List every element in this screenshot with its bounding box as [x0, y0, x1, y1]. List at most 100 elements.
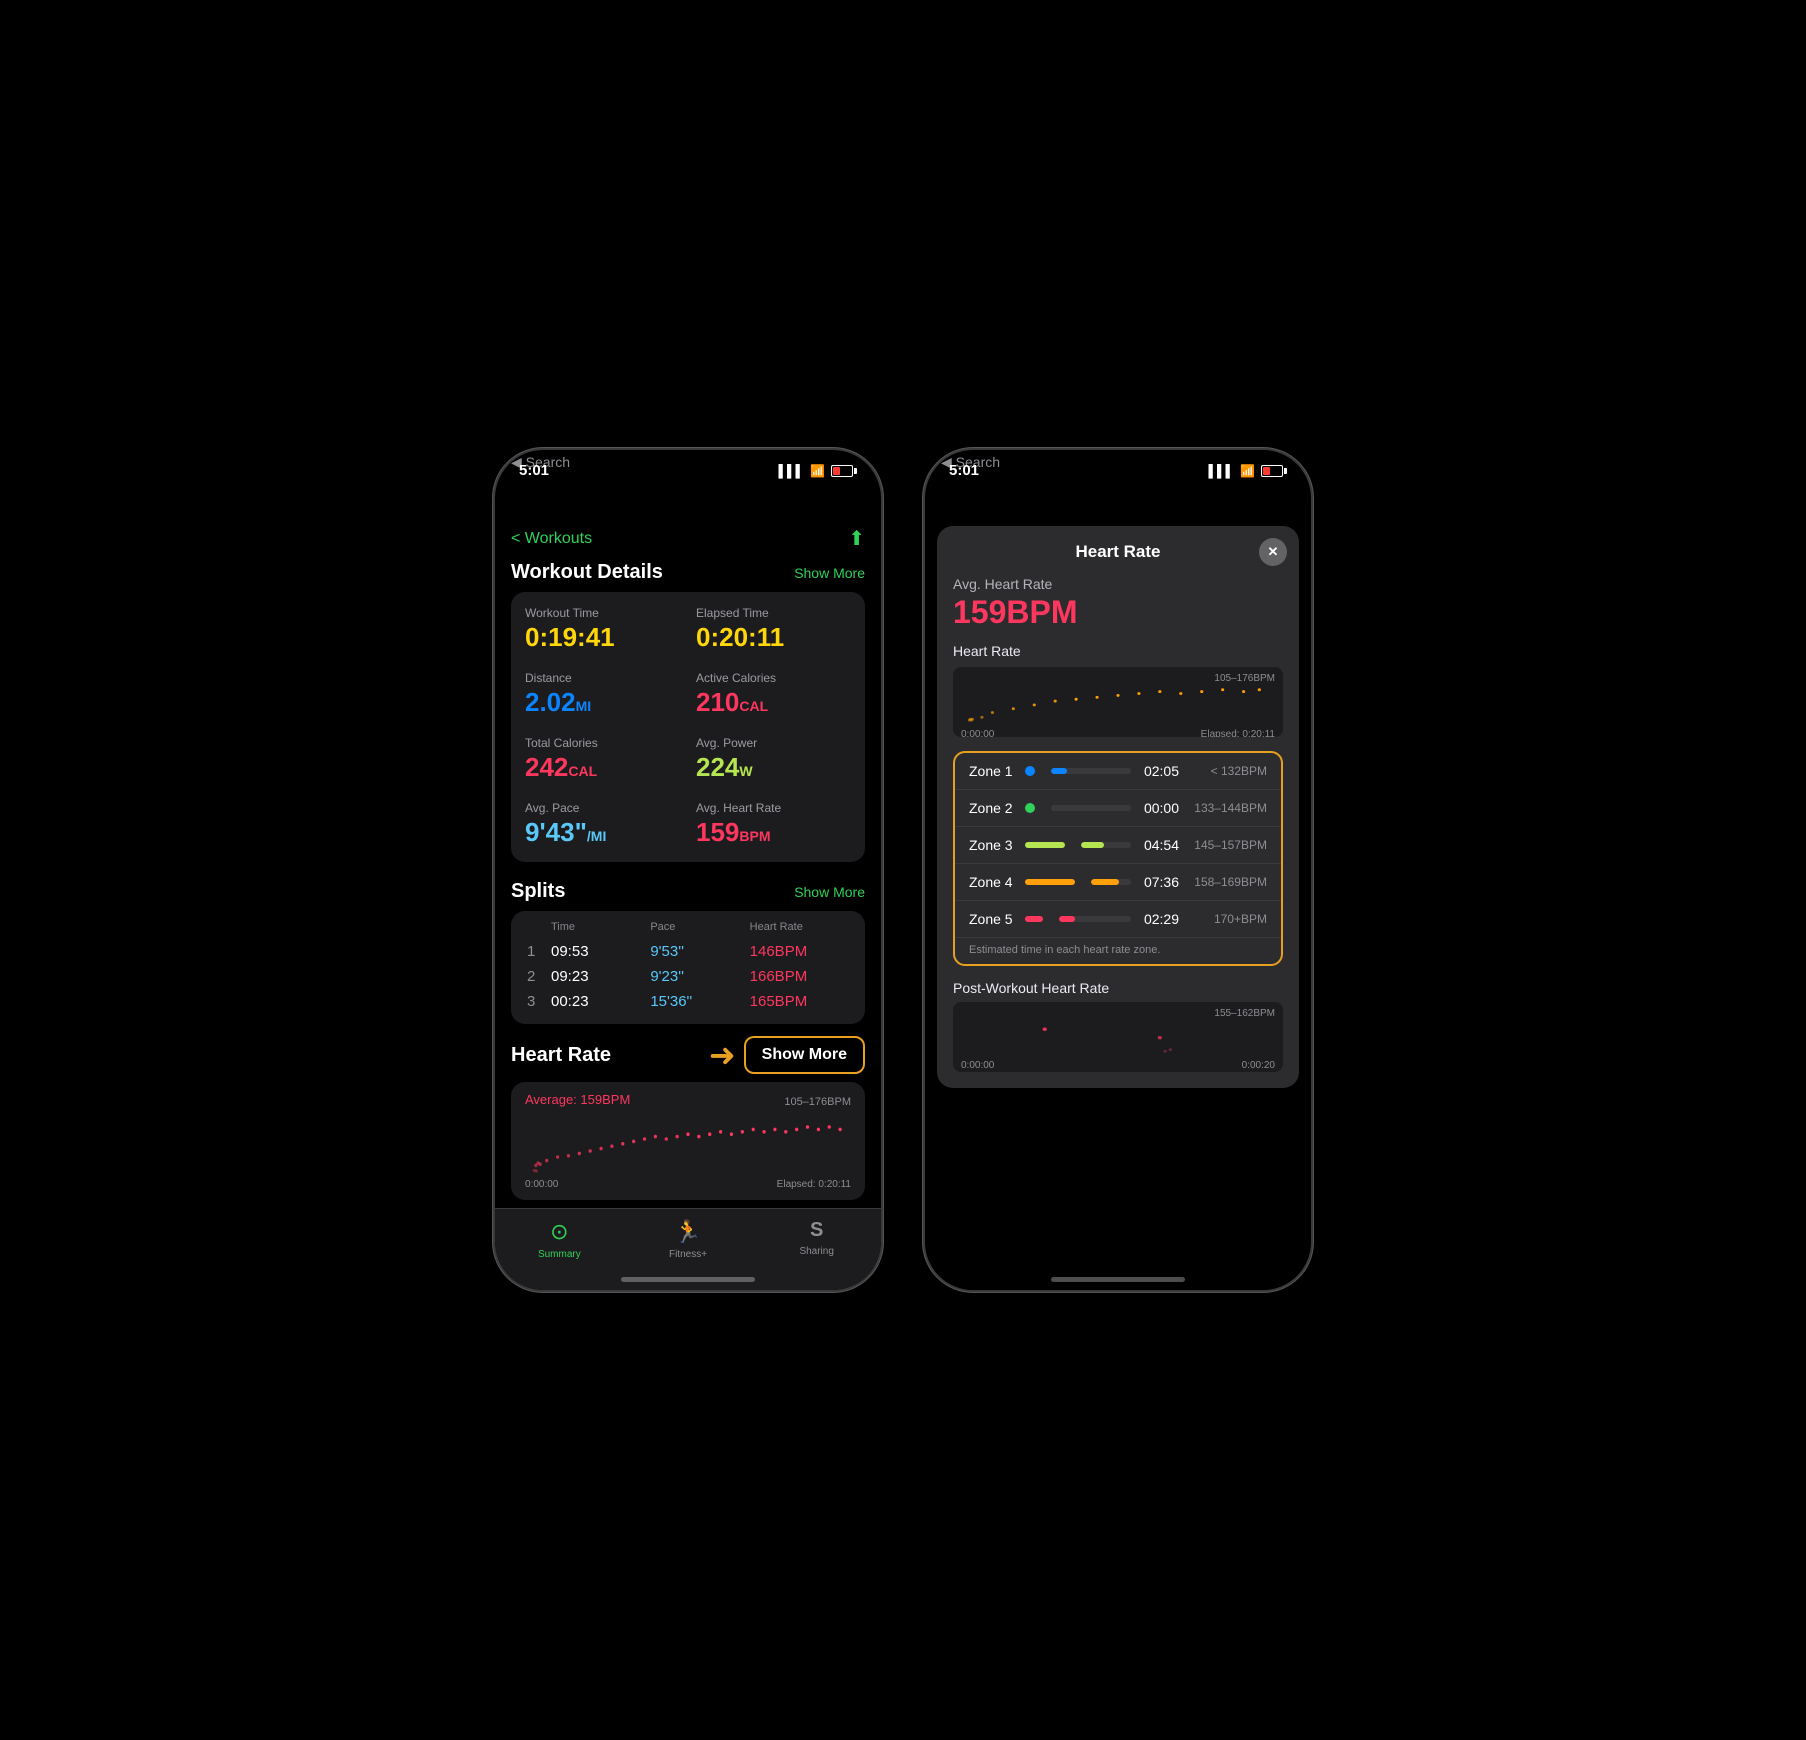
tab-summary[interactable]: ⊙ Summary [495, 1219, 624, 1260]
zone-2-range: 133–144BPM [1187, 801, 1267, 815]
stats-card: Workout Time 0:19:41 Elapsed Time 0:20:1… [511, 592, 865, 862]
zone-note: Estimated time in each heart rate zone. [955, 938, 1281, 964]
time-2: 5:01 [949, 462, 979, 479]
tab-fitness-label: Fitness+ [669, 1249, 707, 1260]
hr-chart-svg [525, 1115, 851, 1175]
zone-1-label: Zone 1 [969, 763, 1025, 779]
zone-row-1: Zone 1 02:05 < 132BPM [955, 753, 1281, 790]
battery-2 [1261, 465, 1287, 477]
table-row: 1 09:53 9'53'' 146BPM [525, 939, 851, 964]
phone-1: 5:01 ▌▌▌ 📶 ◀ Search < Workouts [493, 448, 883, 1292]
phone-2-screen: 5:01 ▌▌▌ 📶 ◀ Search Heart Rate ✕ [925, 450, 1311, 1290]
zone-2-dot [1025, 803, 1035, 813]
hr-time-start: 0:00:00 [525, 1179, 558, 1190]
summary-icon: ⊙ [550, 1219, 568, 1245]
share-icon[interactable]: ⬆ [848, 526, 865, 551]
zone-1-bar-container [1051, 768, 1131, 774]
zone-5-range: 170+BPM [1187, 912, 1267, 926]
splits-title: Splits [511, 880, 565, 903]
status-icons-2: ▌▌▌ 📶 [1209, 464, 1287, 478]
zones-container: Zone 1 02:05 < 132BPM Zone 2 [953, 751, 1283, 966]
post-chart-start: 0:00:00 [961, 1060, 994, 1071]
tab-sharing-label: Sharing [799, 1246, 833, 1257]
splits-show-more[interactable]: Show More [794, 884, 865, 900]
phone-1-screen: 5:01 ▌▌▌ 📶 ◀ Search < Workouts [495, 450, 881, 1290]
tab-summary-label: Summary [538, 1249, 581, 1260]
stat-workout-time: Workout Time 0:19:41 [525, 606, 680, 653]
hr-time-labels: 0:00:00 Elapsed: 0:20:11 [525, 1179, 851, 1190]
nav-bar-1: < Workouts ⬆ [495, 520, 881, 555]
phone1-content[interactable]: < Workouts ⬆ Workout Details Show More W… [495, 520, 881, 1208]
zone-4-indicator [1025, 879, 1075, 885]
zone-3-indicator [1025, 842, 1065, 848]
tab-fitness-plus[interactable]: 🏃 Fitness+ [624, 1219, 753, 1260]
zone-4-label: Zone 4 [969, 874, 1025, 890]
splits-header: Splits Show More [495, 874, 881, 911]
show-more-area: ➜ Show More [709, 1036, 865, 1074]
status-bar-1: 5:01 ▌▌▌ 📶 [495, 450, 881, 483]
zone-5-time: 02:29 [1139, 911, 1179, 927]
zone-4-time: 07:36 [1139, 874, 1179, 890]
hr-avg-label: Average: 159BPM [525, 1092, 630, 1107]
heart-rate-header: Heart Rate ➜ Show More [511, 1036, 865, 1074]
show-more-button[interactable]: Show More [744, 1036, 865, 1074]
modal-title: Heart Rate [953, 542, 1283, 562]
post-workout-chart-svg [961, 1019, 1275, 1053]
stat-total-calories: Total Calories 242CAL [525, 736, 680, 783]
zone-row-5: Zone 5 02:29 170+BPM [955, 901, 1281, 938]
zone-3-time: 04:54 [1139, 837, 1179, 853]
workouts-back[interactable]: < Workouts [511, 530, 592, 548]
post-workout-label: Post-Workout Heart Rate [953, 980, 1283, 996]
heart-rate-section: Heart Rate ➜ Show More Average: 159BPM 1… [511, 1036, 865, 1200]
wifi-icon-2: 📶 [1240, 464, 1255, 478]
workout-details-show-more[interactable]: Show More [794, 565, 865, 581]
close-button[interactable]: ✕ [1259, 538, 1287, 566]
fitness-plus-icon: 🏃 [674, 1219, 701, 1245]
splits-header-row: Time Pace Heart Rate [525, 921, 851, 933]
orange-arrow-icon: ➜ [709, 1036, 736, 1074]
zone-3-label: Zone 3 [969, 837, 1025, 853]
signal-icon-1: ▌▌▌ [779, 464, 805, 478]
stat-active-calories: Active Calories 210CAL [696, 671, 851, 718]
heart-rate-modal: Heart Rate ✕ Avg. Heart Rate 159BPM Hear… [937, 526, 1299, 1088]
stat-avg-hr: Avg. Heart Rate 159BPM [696, 801, 851, 848]
post-chart: 155–162BPM 0:00:00 0:00:20 [953, 1002, 1283, 1072]
battery-1 [831, 465, 857, 477]
zone-3-range: 145–157BPM [1187, 838, 1267, 852]
time-1: 5:01 [519, 462, 549, 479]
modal-chart-range: 105–176BPM [961, 673, 1275, 684]
chart-end: Elapsed: 0:20:11 [1201, 729, 1275, 737]
wifi-icon-1: 📶 [810, 464, 825, 478]
avg-hr-label: Avg. Heart Rate [953, 576, 1283, 592]
splits-card: Time Pace Heart Rate 1 09:53 9'53'' 146B… [511, 911, 865, 1024]
zone-4-bar [1091, 879, 1119, 885]
phone2-content: Heart Rate ✕ Avg. Heart Rate 159BPM Hear… [925, 518, 1311, 1290]
stat-elapsed-time: Elapsed Time 0:20:11 [696, 606, 851, 653]
workout-details-header: Workout Details Show More [495, 555, 881, 592]
stat-avg-power: Avg. Power 224W [696, 736, 851, 783]
zone-3-bar-container [1081, 842, 1131, 848]
avg-hr-value: 159BPM [953, 594, 1283, 631]
zone-5-bar-container [1059, 916, 1131, 922]
signal-icon-2: ▌▌▌ [1209, 464, 1235, 478]
zone-1-bar [1051, 768, 1067, 774]
stat-distance: Distance 2.02MI [525, 671, 680, 718]
modal-hr-chart-svg [961, 684, 1275, 722]
tab-sharing[interactable]: S Sharing [752, 1219, 881, 1257]
zone-2-time: 00:00 [1139, 800, 1179, 816]
status-bar-2: 5:01 ▌▌▌ 📶 [925, 450, 1311, 483]
home-indicator-2 [1051, 1277, 1185, 1282]
zone-row-4: Zone 4 07:36 158–169BPM [955, 864, 1281, 901]
heart-rate-title: Heart Rate [511, 1044, 611, 1067]
hr-chart-area [525, 1115, 851, 1175]
zone-5-bar [1059, 916, 1075, 922]
zone-2-bar-container [1051, 805, 1131, 811]
zone-2-label: Zone 2 [969, 800, 1025, 816]
hr-range-label: 105–176BPM [784, 1096, 851, 1108]
phones-container: 5:01 ▌▌▌ 📶 ◀ Search < Workouts [493, 448, 1313, 1292]
chart-start: 0:00:00 [961, 729, 994, 737]
hr-chart-card: Average: 159BPM 105–176BPM [511, 1082, 865, 1200]
zone-1-dot [1025, 766, 1035, 776]
post-chart-end: 0:00:20 [1242, 1060, 1275, 1071]
zone-5-indicator [1025, 916, 1043, 922]
